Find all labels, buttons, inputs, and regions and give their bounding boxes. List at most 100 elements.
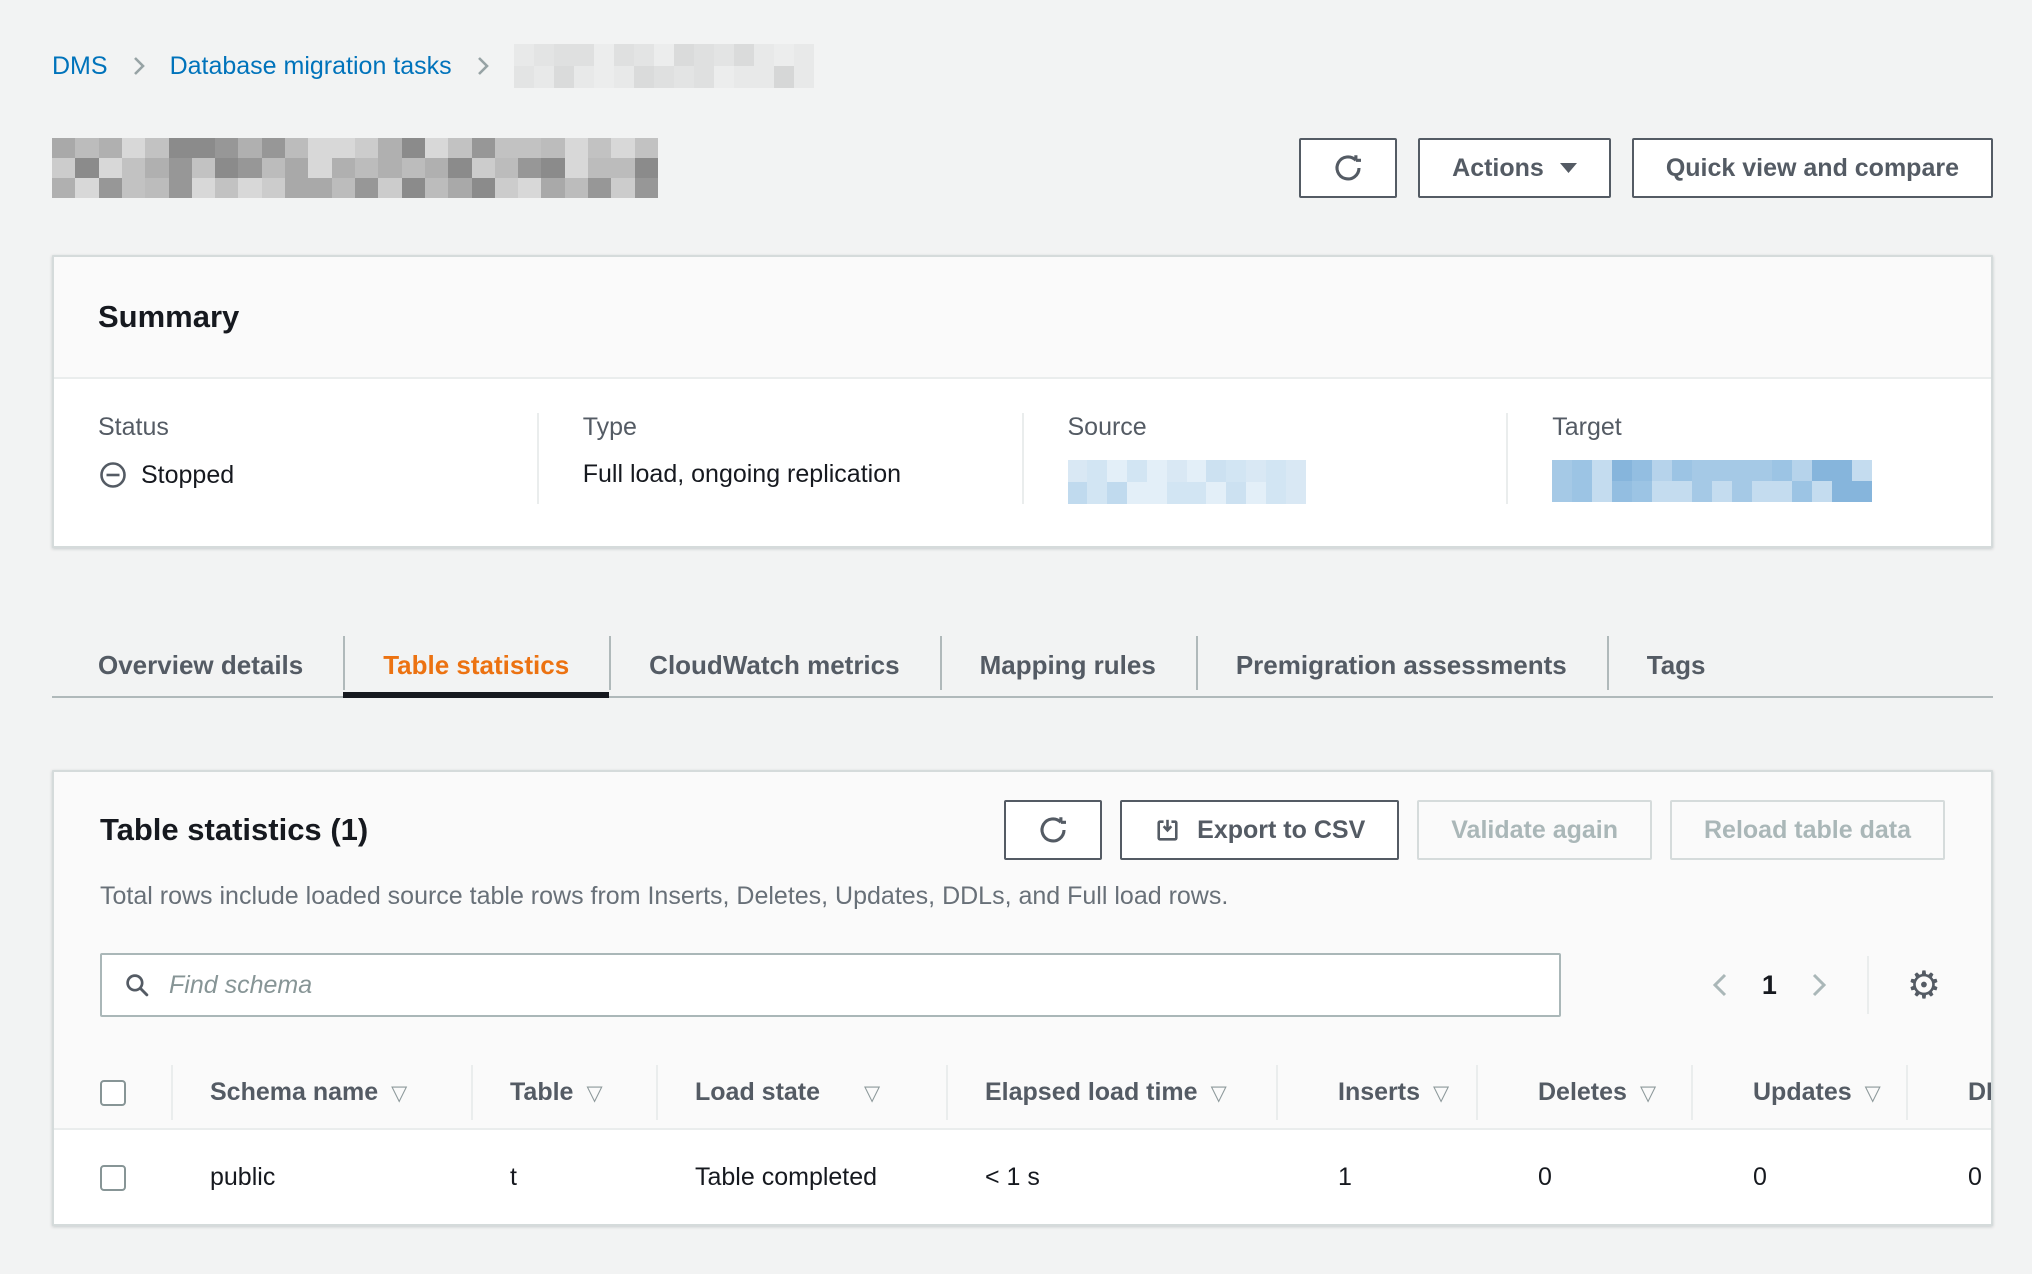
column-label: Deletes [1538, 1078, 1627, 1106]
breadcrumb-link-dms[interactable]: DMS [52, 52, 108, 81]
table-statistics-actions: Export to CSV Validate again Reload tabl… [1004, 800, 1945, 860]
sort-icon: ▽ [1211, 1081, 1227, 1105]
validate-again-button[interactable]: Validate again [1417, 800, 1652, 860]
schema-search-box [100, 953, 1561, 1017]
table-statistics-header: Table statistics (1) [100, 800, 1945, 860]
caret-down-icon [1560, 163, 1577, 173]
search-icon [124, 972, 151, 999]
column-label: Elapsed load time [985, 1078, 1198, 1106]
type-label: Type [583, 413, 978, 442]
table-statistics-table: Schema name▽ Table ▽ Load state ▽ Elapsed … [54, 1057, 1991, 1224]
tab-tags[interactable]: Tags [1607, 634, 1746, 696]
summary-field-type: Type Full load, ongoing replication [537, 413, 1022, 504]
summary-field-source: Source [1022, 413, 1507, 504]
status-label: Status [98, 413, 493, 442]
table-statistics-description: Total rows include loaded source table r… [100, 882, 1945, 911]
dms-task-page: DMS Database migration tasks Actions Qui… [0, 0, 2032, 1226]
reload-table-data-button[interactable]: Reload table data [1670, 800, 1945, 860]
column-label: DDLs [1968, 1078, 1991, 1106]
chevron-right-icon [476, 55, 490, 77]
sort-icon: ▽ [586, 1081, 602, 1105]
summary-body: Status Stopped Type Full load, ongoing r… [54, 379, 1991, 546]
breadcrumb: DMS Database migration tasks [52, 44, 1993, 88]
tab-premigration-assessments[interactable]: Premigration assessments [1196, 634, 1607, 696]
chevron-right-icon [1809, 970, 1829, 1000]
table-statistics-title-text: Table statistics [100, 812, 322, 847]
tab-cloudwatch-metrics[interactable]: CloudWatch metrics [609, 634, 939, 696]
column-label: Load state [695, 1078, 820, 1106]
previous-page-button[interactable] [1706, 966, 1734, 1004]
column-header-elapsed-load-time[interactable]: Elapsed load time ▽ [946, 1057, 1276, 1129]
column-header-table[interactable]: Table ▽ [471, 1057, 656, 1129]
sort-icon: ▽ [1640, 1081, 1656, 1105]
summary-card-header: Summary [54, 257, 1991, 379]
row-checkbox[interactable] [100, 1165, 126, 1191]
tab-table-statistics[interactable]: Table statistics [343, 634, 609, 696]
table-statistics-table-wrap: Schema name▽ Table ▽ Load state ▽ Elapsed … [54, 1057, 1991, 1224]
type-value: Full load, ongoing replication [583, 460, 978, 489]
task-detail-tabs: Overview details Table statistics CloudW… [52, 634, 1993, 698]
export-to-csv-label: Export to CSV [1197, 816, 1365, 845]
gear-icon: ⚙ [1907, 966, 1941, 1004]
actions-menu-button[interactable]: Actions [1418, 138, 1611, 198]
summary-title: Summary [98, 299, 239, 334]
sort-icon: ▽ [391, 1081, 407, 1105]
pagination-divider [1867, 956, 1869, 1014]
table-statistics-count: (1) [330, 812, 368, 847]
quick-view-compare-label: Quick view and compare [1666, 154, 1959, 183]
cell-elapsed-load-time: < 1 s [946, 1129, 1276, 1224]
sort-icon: ▽ [1433, 1081, 1449, 1105]
status-text: Stopped [141, 461, 234, 490]
chevron-left-icon [1710, 970, 1730, 1000]
cell-table: t [471, 1129, 656, 1224]
source-value-redacted [1068, 460, 1306, 504]
select-all-checkbox[interactable] [100, 1080, 126, 1106]
column-header-schema-name[interactable]: Schema name▽ [171, 1057, 471, 1129]
summary-field-target: Target [1506, 413, 1991, 504]
row-select-cell [54, 1129, 171, 1224]
table-preferences-button[interactable]: ⚙ [1903, 962, 1945, 1008]
column-header-inserts[interactable]: Inserts ▽ [1276, 1057, 1476, 1129]
type-text: Full load, ongoing replication [583, 460, 901, 489]
tab-overview-details[interactable]: Overview details [52, 634, 343, 696]
cell-deletes: 0 [1476, 1129, 1691, 1224]
table-statistics-title: Table statistics (1) [100, 800, 368, 848]
cell-inserts: 1 [1276, 1129, 1476, 1224]
column-label: Updates [1753, 1078, 1852, 1106]
column-header-updates[interactable]: Updates▽ [1691, 1057, 1906, 1129]
pagination: 1 ⚙ [1706, 956, 1945, 1014]
validate-again-label: Validate again [1451, 816, 1618, 845]
column-label: Table [510, 1078, 573, 1106]
find-schema-input[interactable] [169, 971, 1537, 1000]
refresh-icon [1038, 815, 1068, 845]
cell-load-state: Table completed [656, 1129, 946, 1224]
table-refresh-button[interactable] [1004, 800, 1102, 860]
cell-ddls: 0 [1906, 1129, 1991, 1224]
select-all-cell [54, 1057, 171, 1129]
sort-icon: ▽ [864, 1081, 880, 1105]
summary-field-status: Status Stopped [54, 413, 537, 504]
status-value: Stopped [98, 460, 493, 490]
export-to-csv-button[interactable]: Export to CSV [1120, 800, 1399, 860]
next-page-button[interactable] [1805, 966, 1833, 1004]
refresh-button[interactable] [1299, 138, 1397, 198]
current-page-number: 1 [1762, 970, 1777, 1001]
target-label: Target [1552, 413, 1947, 442]
refresh-icon [1333, 153, 1363, 183]
page-title-redacted [52, 138, 658, 198]
page-header-row: Actions Quick view and compare [52, 138, 1993, 198]
quick-view-compare-button[interactable]: Quick view and compare [1632, 138, 1993, 198]
breadcrumb-link-migration-tasks[interactable]: Database migration tasks [170, 52, 452, 81]
column-header-ddls[interactable]: DDLs▽ [1906, 1057, 1991, 1129]
chevron-right-icon [132, 55, 146, 77]
column-label: Inserts [1338, 1078, 1420, 1106]
summary-card: Summary Status Stopped Type Full load, o… [52, 255, 1993, 548]
actions-menu-label: Actions [1452, 154, 1544, 183]
stopped-icon [98, 460, 128, 490]
tab-mapping-rules[interactable]: Mapping rules [940, 634, 1196, 696]
column-header-deletes[interactable]: Deletes ▽ [1476, 1057, 1691, 1129]
download-icon [1154, 817, 1181, 844]
table-row: public t Table completed < 1 s 1 0 0 0 [54, 1129, 1991, 1224]
column-header-load-state[interactable]: Load state ▽ [656, 1057, 946, 1129]
table-statistics-card: Table statistics (1) [52, 770, 1993, 1226]
